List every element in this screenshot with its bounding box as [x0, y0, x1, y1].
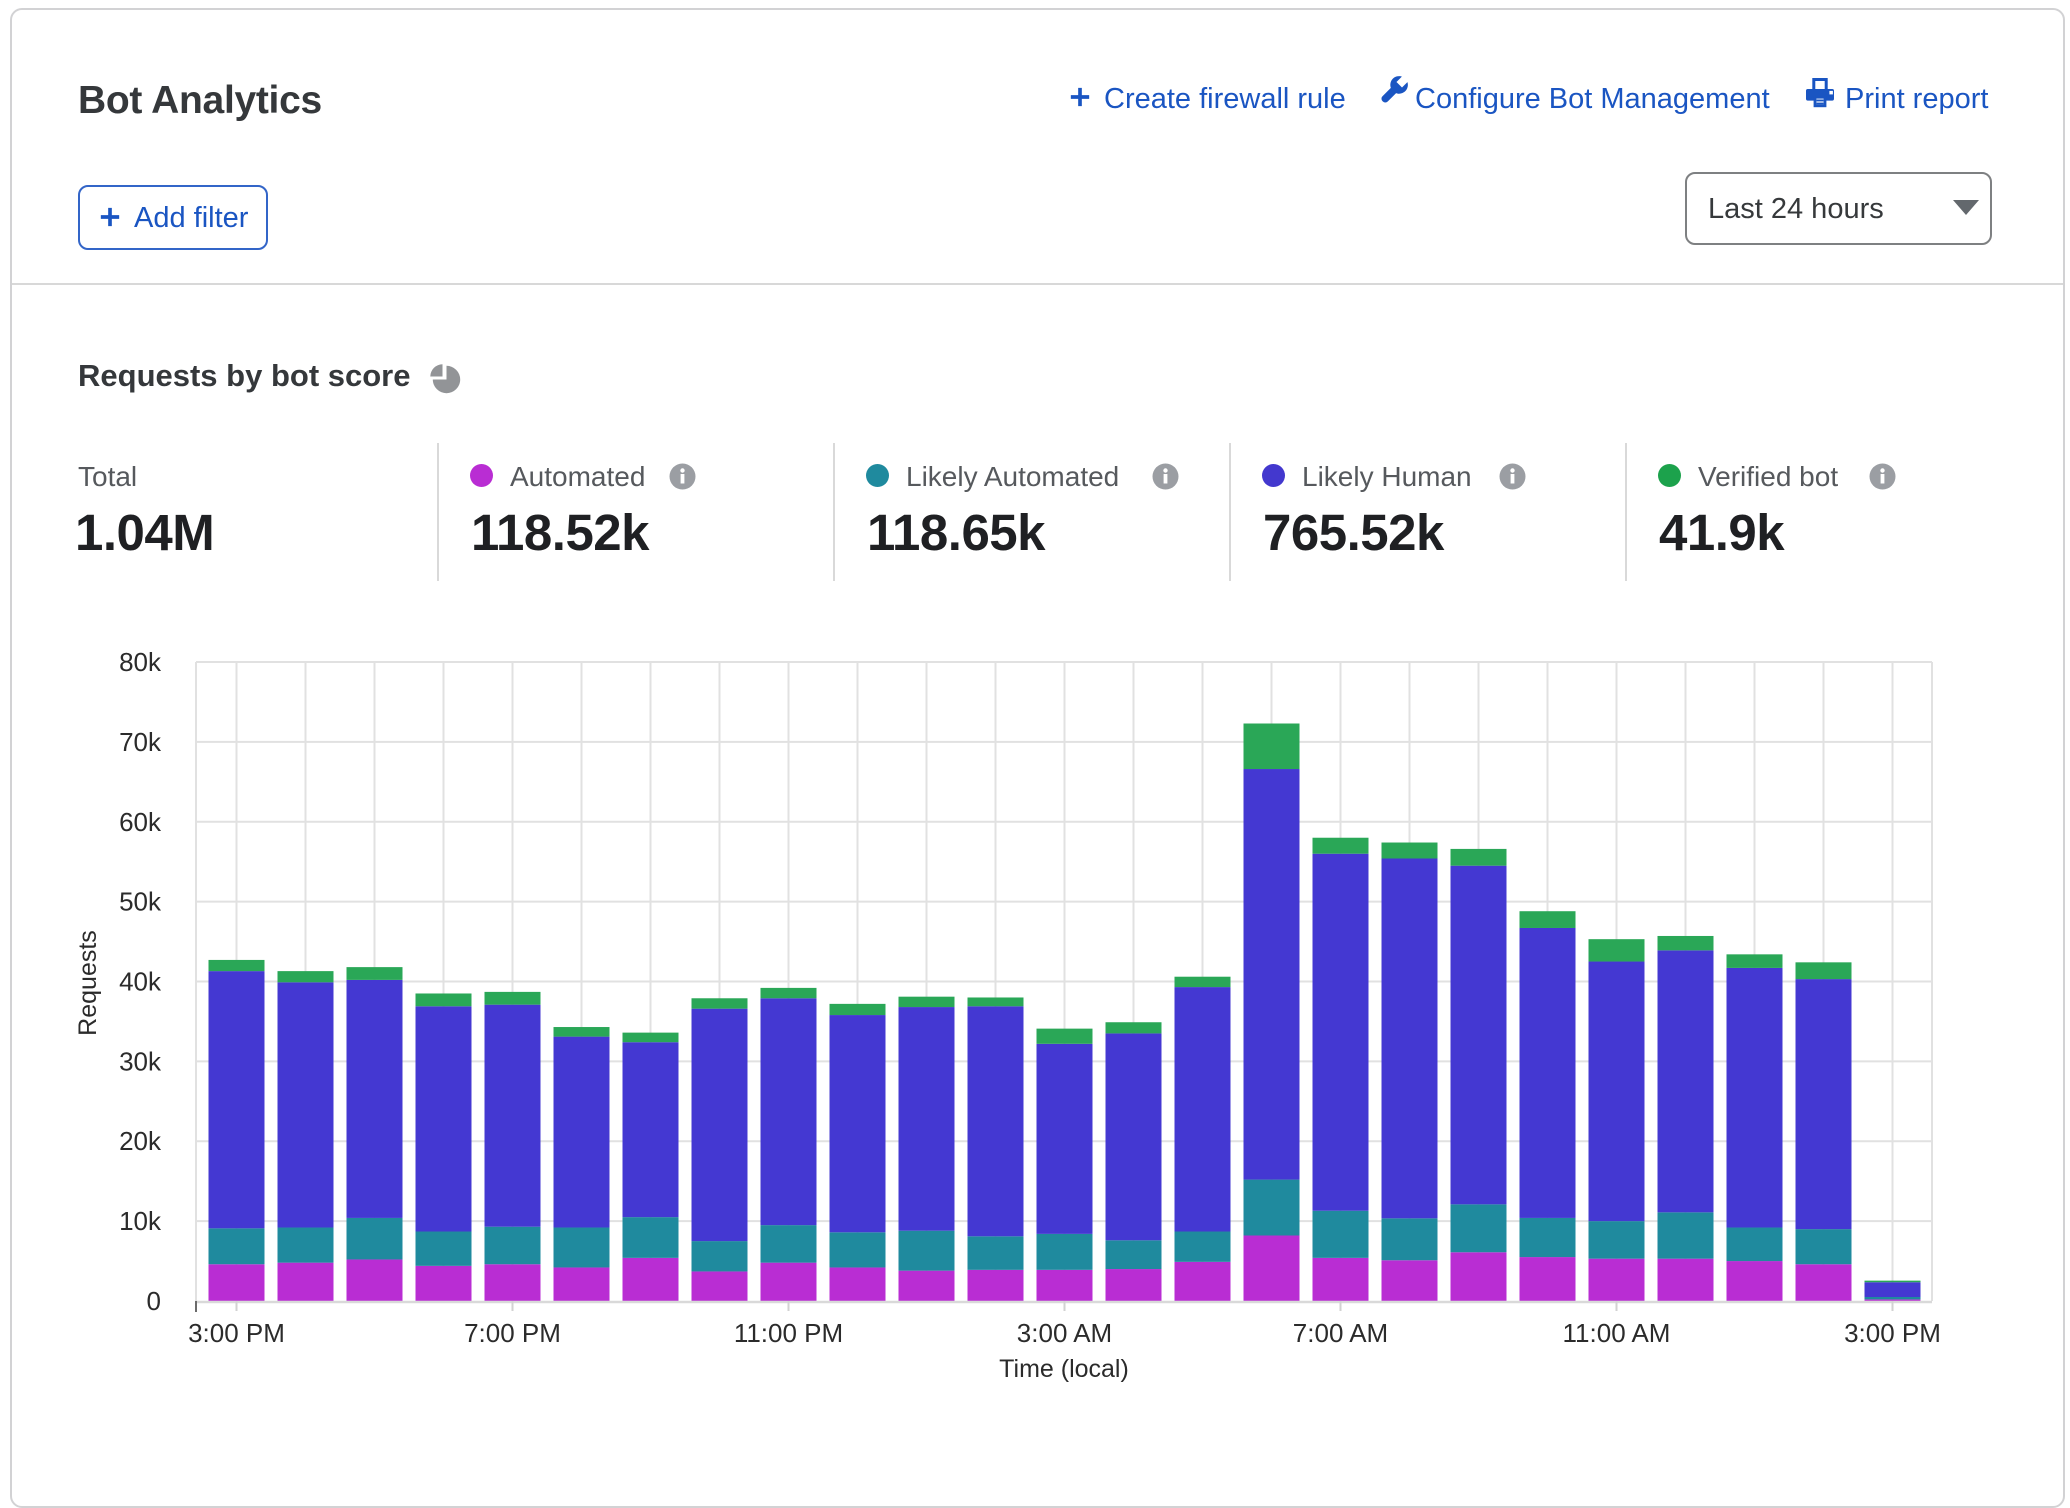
svg-text:60k: 60k — [119, 807, 162, 837]
svg-text:40k: 40k — [119, 967, 162, 997]
svg-text:80k: 80k — [119, 647, 162, 677]
svg-text:0: 0 — [147, 1286, 161, 1316]
svg-text:50k: 50k — [119, 887, 162, 917]
svg-text:30k: 30k — [119, 1046, 162, 1076]
svg-text:10k: 10k — [119, 1206, 162, 1236]
svg-text:7:00 AM: 7:00 AM — [1293, 1318, 1388, 1348]
svg-text:Requests: Requests — [74, 930, 102, 1036]
svg-text:Time (local): Time (local) — [999, 1355, 1129, 1383]
svg-text:7:00 PM: 7:00 PM — [464, 1318, 561, 1348]
svg-text:11:00 PM: 11:00 PM — [734, 1318, 843, 1348]
svg-text:3:00 AM: 3:00 AM — [1017, 1318, 1112, 1348]
svg-text:3:00 PM: 3:00 PM — [188, 1318, 285, 1348]
svg-text:70k: 70k — [119, 727, 162, 757]
svg-text:3:00 PM: 3:00 PM — [1844, 1318, 1941, 1348]
svg-text:20k: 20k — [119, 1126, 162, 1156]
svg-text:11:00 AM: 11:00 AM — [1563, 1318, 1671, 1348]
